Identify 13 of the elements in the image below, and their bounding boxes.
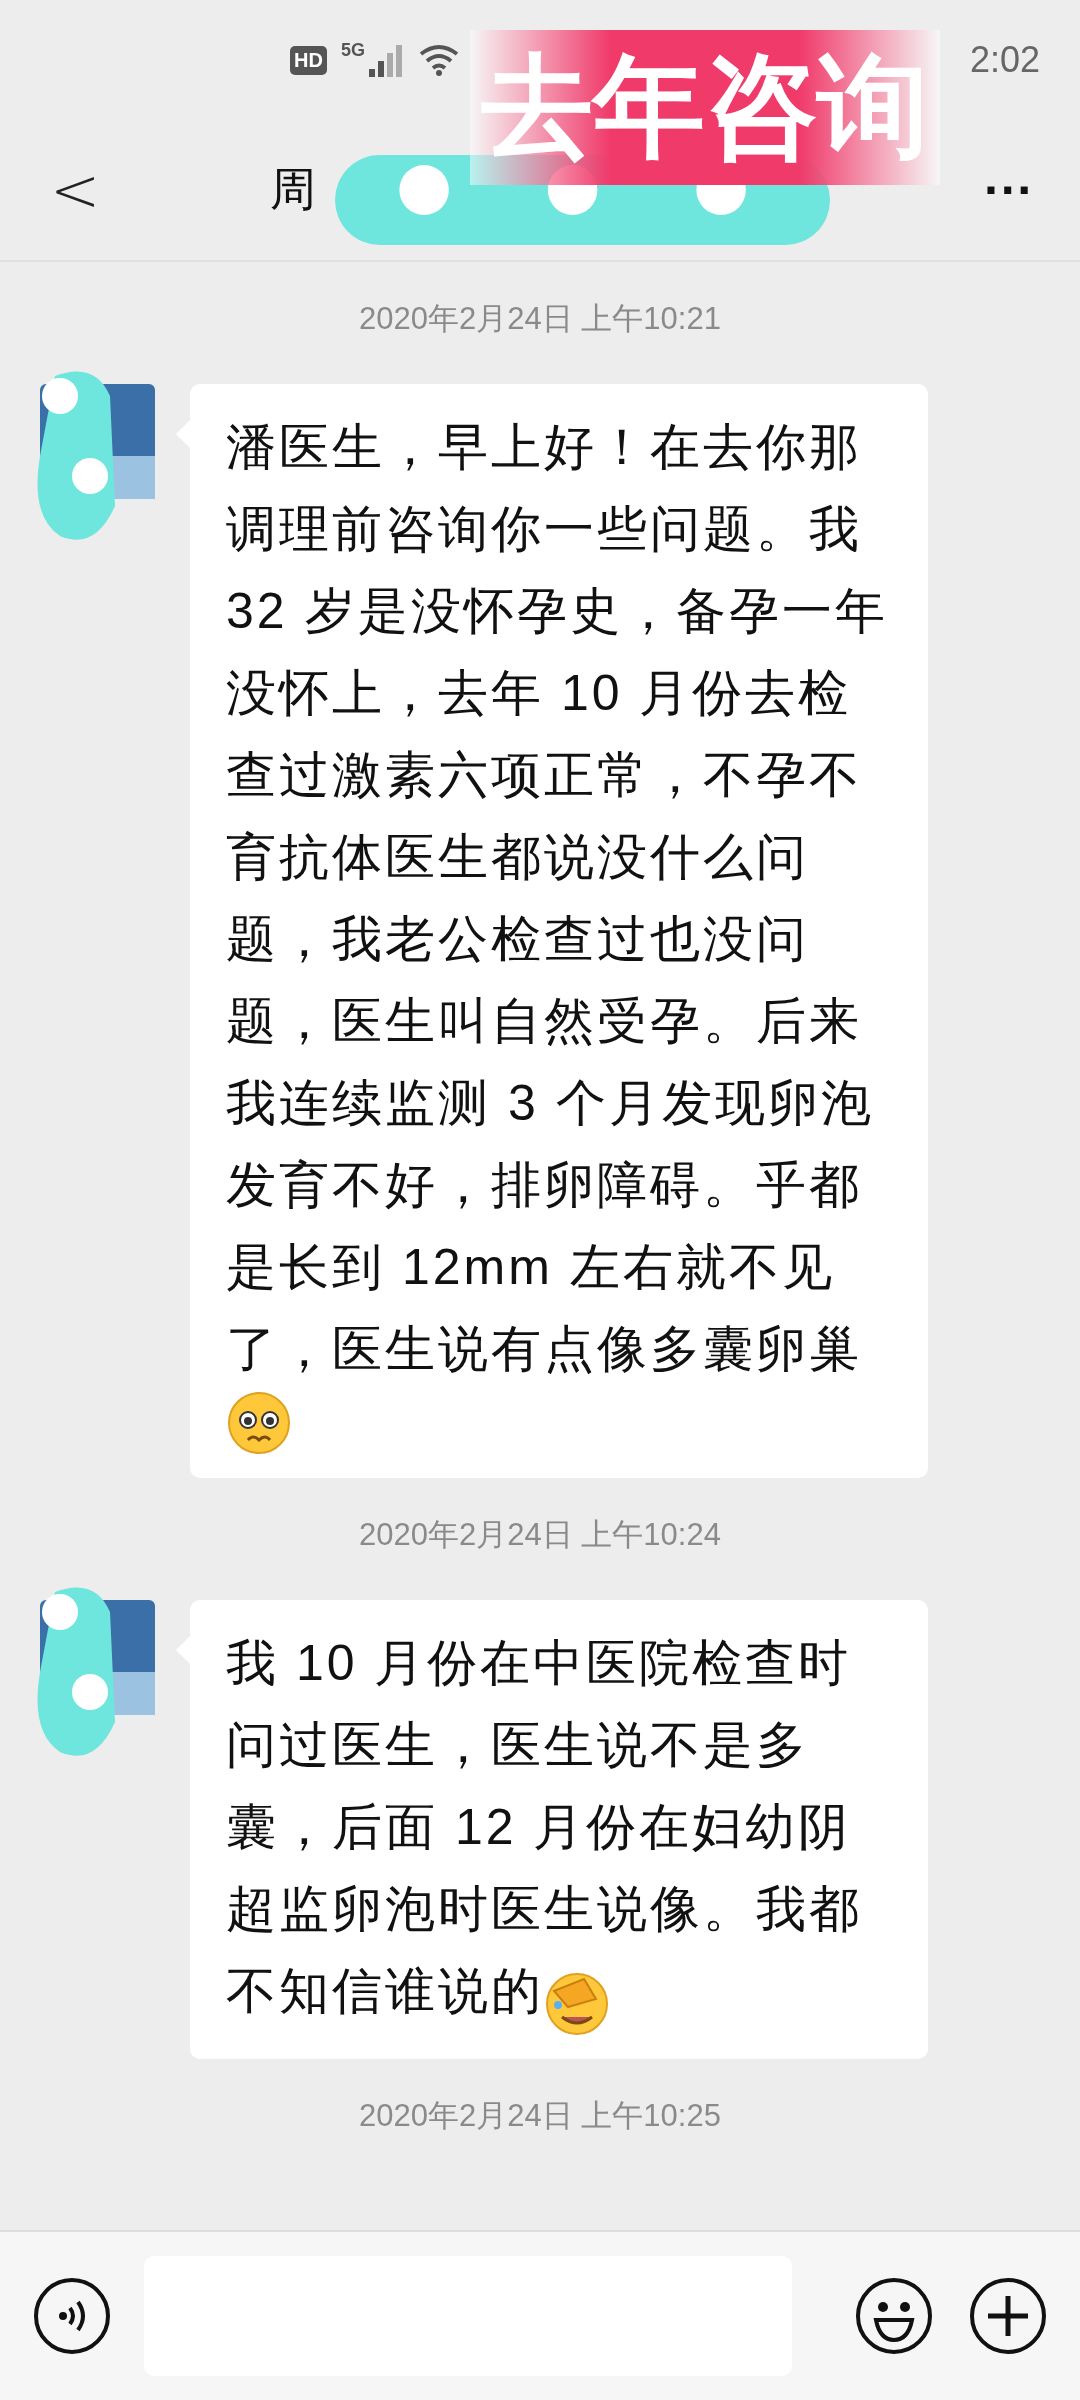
signal-icon <box>368 43 405 77</box>
back-button[interactable]: < <box>40 155 111 225</box>
network-type: 5G <box>340 40 365 61</box>
message-timestamp: 2020年2月24日 上午10:24 <box>359 1516 721 1554</box>
message-text: 我 10 月份在中医院检查时问过医生，医生说不是多囊，后面 12 月份在妇幼阴超监卵泡时医生说像。我都不知信谁说的 <box>226 1635 862 2019</box>
chat-title: 周 <box>270 162 317 217</box>
message-timestamp: 2020年2月24日 上午10:21 <box>359 300 721 338</box>
hd-badge: HD <box>290 45 327 75</box>
message-timestamp: 2020年2月24日 上午10:25 <box>359 2096 721 2135</box>
more-button[interactable]: ··· <box>978 160 1040 220</box>
message-text: 潘医生，早上好！在去你那调理前咨询你一些问题。我 32 岁是没怀孕史，备孕一年没怀上，去年 10 月份去检查过激素六项正常，不孕不育抗体医生都说没什么问题，我老公检查过也没问题，医生叫自然受孕。后来我连续监测 3 个月发现卵泡发育不好，排卵障碍。乎都是长到 12mm 左右就不见了，医生说有点像多囊卵巢 <box>226 419 888 1377</box>
wifi-icon <box>418 44 459 76</box>
clock-time: 2:02 <box>969 39 1040 81</box>
